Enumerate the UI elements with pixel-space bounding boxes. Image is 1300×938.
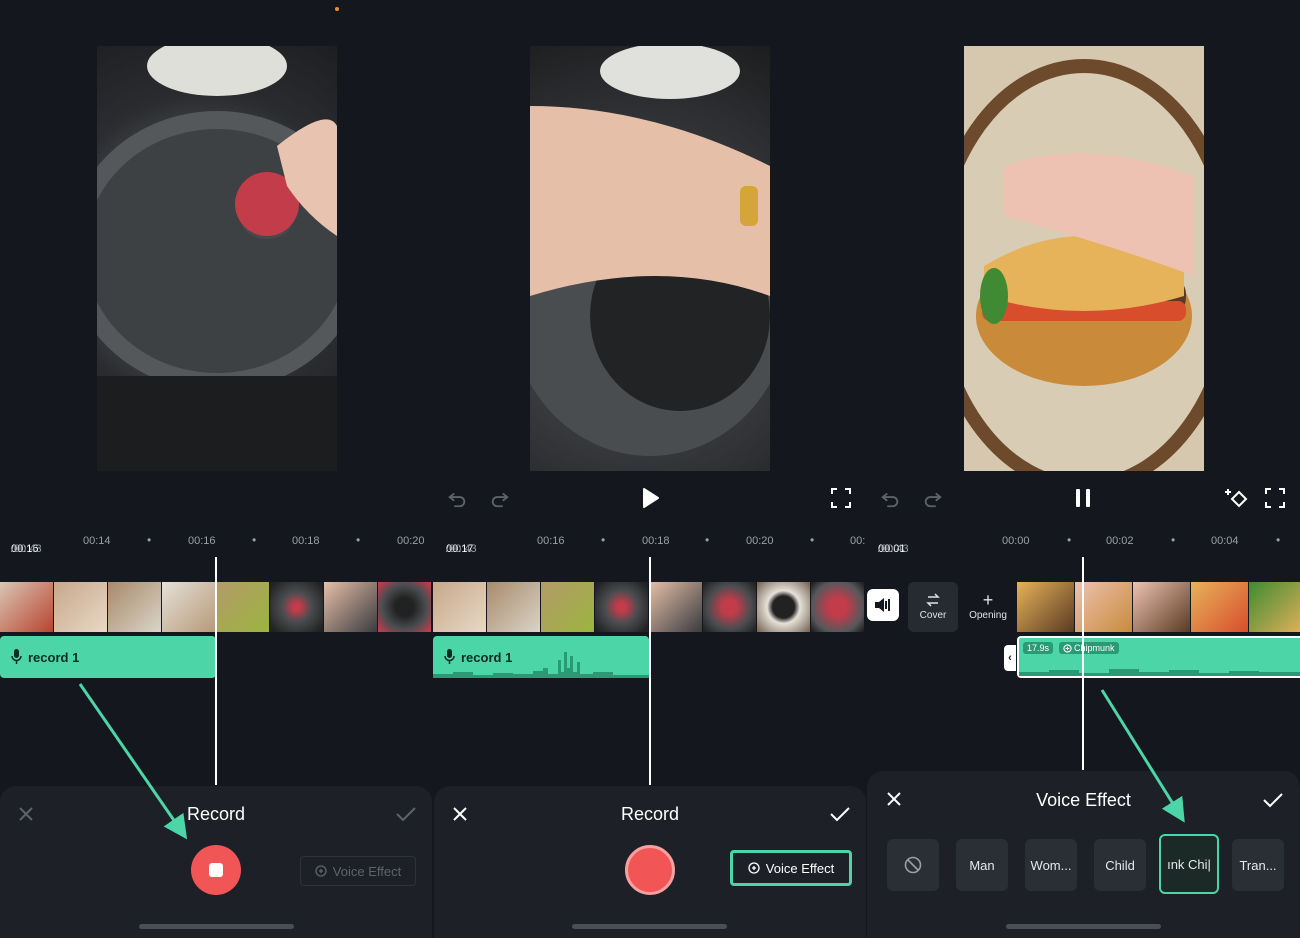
tutorial-arrows: [78, 683, 1185, 840]
